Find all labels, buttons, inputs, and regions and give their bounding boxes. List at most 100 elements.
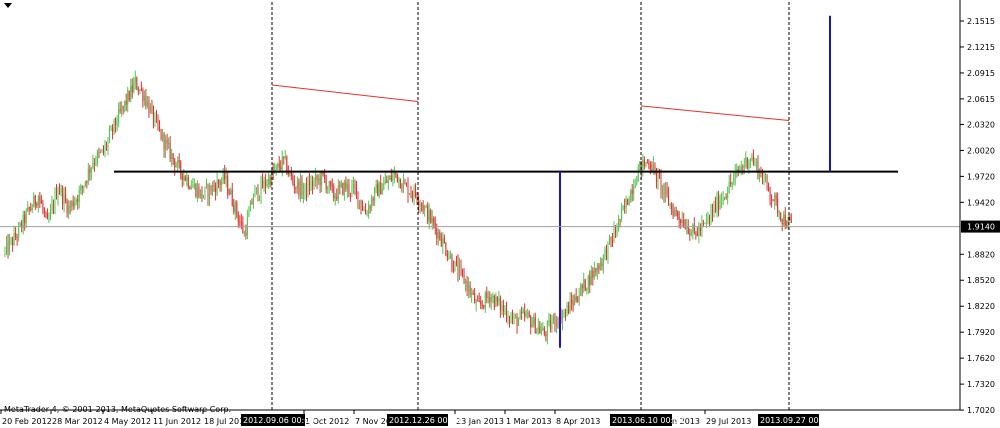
candle-bull (728, 181, 730, 193)
candle-bear (386, 180, 388, 183)
x-tick-label: 28 Mar 2012 (52, 417, 103, 426)
candle-bear (446, 254, 448, 258)
candle-bull (608, 236, 610, 242)
candle-bear (436, 228, 438, 239)
candle-bear (668, 194, 670, 205)
candle-bear (178, 160, 180, 162)
candle-bear (119, 109, 121, 112)
candle-bull (625, 198, 627, 208)
candle-bear (712, 210, 714, 216)
candle-bull (25, 210, 27, 224)
candle-bull (252, 197, 254, 204)
candle-bull (662, 185, 664, 192)
candle-bear (12, 238, 14, 246)
candle-bull (504, 309, 506, 312)
candle-bear (52, 204, 54, 209)
candle-bull (510, 316, 512, 321)
candle-bull (304, 183, 306, 192)
candle-bull (428, 210, 430, 222)
triangle-down-icon[interactable] (4, 3, 12, 8)
candle-bear (62, 188, 64, 204)
candle-bull (763, 178, 765, 182)
candle-bull (31, 207, 33, 210)
candle-bear (151, 106, 153, 108)
y-tick-label: 2.1215 (967, 43, 995, 52)
candle-bear (521, 312, 523, 314)
candle-bear (730, 181, 732, 185)
candle-bear (213, 185, 215, 188)
candle-bear (443, 237, 445, 244)
x-tick-label: 4 May 2012 (104, 417, 151, 426)
candle-bear (766, 176, 768, 184)
candle-bear (784, 214, 786, 227)
trendline (640, 105, 790, 122)
candle-bull (22, 214, 24, 228)
candle-bear (671, 204, 673, 210)
overlays-group (0, 2, 960, 410)
candle-bear (427, 206, 429, 222)
candle-bull (328, 181, 330, 188)
candle-bull (745, 157, 747, 166)
candle-bear (93, 163, 95, 165)
candle-bull (622, 206, 624, 209)
candle-bull (68, 206, 70, 214)
candle-bull (515, 316, 517, 318)
candle-bear (36, 204, 38, 206)
candle-bear (339, 185, 341, 187)
candle-bear (227, 175, 229, 193)
candle-bear (677, 211, 679, 217)
candle-bear (15, 232, 17, 237)
candle-bear (330, 181, 332, 186)
candle-bear (292, 176, 294, 184)
candle-bull (749, 159, 751, 162)
y-tick-label: 2.0615 (967, 95, 995, 104)
candle-bear (463, 273, 465, 284)
candle-bear (478, 300, 480, 302)
candle-bull (555, 321, 557, 326)
candle-bull (596, 265, 598, 272)
candle-bull (783, 214, 785, 224)
price-chart[interactable]: 2.1515 2.1215 2.0915 2.0615 2.0320 2.0020 1.97… (0, 0, 1000, 428)
candle-bear (242, 222, 244, 233)
candle-bull (674, 210, 676, 217)
candle-bear (46, 213, 48, 220)
candle-bull (139, 89, 141, 92)
candle-bull (419, 204, 421, 206)
candle-bear (331, 185, 333, 187)
candle-bull (143, 95, 145, 101)
candle-bull (230, 190, 232, 195)
candle-bull (731, 182, 733, 185)
candle-bear (595, 268, 597, 272)
candle-bull (669, 204, 671, 206)
candle-bull (57, 190, 59, 199)
candle-bear (462, 269, 464, 274)
candle-bear (524, 311, 526, 317)
candle-bear (605, 249, 607, 259)
x-tick-label: 11 Jun 2012 (153, 417, 201, 426)
candle-bull (409, 193, 411, 195)
candle-bull (104, 145, 106, 153)
candle-bear (189, 187, 191, 189)
candle-bull (437, 232, 439, 239)
chart-window[interactable]: 2.1515 2.1215 2.0915 2.0615 2.0320 2.0020 1.97… (0, 0, 1000, 428)
candle-bull (562, 315, 564, 322)
y-tick-label: 1.7320 (967, 380, 995, 389)
candle-bear (210, 185, 212, 193)
candle-bull (83, 185, 85, 188)
candle-bull (281, 156, 283, 169)
candle-bear (505, 309, 507, 320)
candle-bear (236, 202, 238, 215)
candle-bear (145, 95, 147, 106)
candle-bear (481, 304, 483, 306)
candle-bull (352, 184, 354, 187)
candle-bear (77, 199, 79, 202)
candle-bull (716, 196, 718, 212)
candle-bull (621, 208, 623, 220)
candle-bull (578, 295, 580, 302)
candle-bear (689, 233, 691, 235)
candle-bear (757, 161, 759, 177)
candle-bear (663, 185, 665, 195)
candle-bear (224, 172, 226, 180)
candle-bear (112, 127, 114, 132)
candle-bull (574, 296, 576, 305)
